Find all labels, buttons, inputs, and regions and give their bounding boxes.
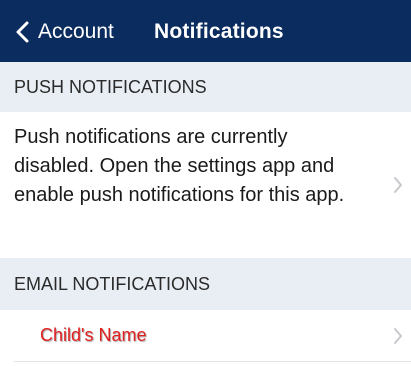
back-label: Account bbox=[38, 20, 114, 43]
chevron-left-icon bbox=[16, 21, 29, 43]
chevron-right-icon bbox=[394, 328, 402, 344]
section-header-label: EMAIL NOTIFICATIONS bbox=[14, 274, 211, 294]
navigation-bar: Account Notifications bbox=[0, 0, 411, 62]
section-header-push: PUSH NOTIFICATIONS bbox=[0, 62, 411, 112]
row-divider bbox=[14, 361, 411, 362]
back-button[interactable]: Account bbox=[14, 14, 114, 50]
child-name-label: Child's Name bbox=[40, 325, 147, 345]
section-header-email: EMAIL NOTIFICATIONS bbox=[0, 258, 411, 310]
push-settings-row[interactable]: Push notifications are currently disable… bbox=[0, 112, 411, 258]
page-title: Notifications bbox=[154, 20, 284, 43]
notifications-screen: Account Notifications PUSH NOTIFICATIONS… bbox=[0, 0, 411, 366]
chevron-right-icon bbox=[394, 177, 402, 193]
section-header-label: PUSH NOTIFICATIONS bbox=[14, 77, 207, 97]
push-disabled-message: Push notifications are currently disable… bbox=[14, 126, 345, 206]
list-item-child[interactable]: Child's Name bbox=[0, 310, 411, 362]
